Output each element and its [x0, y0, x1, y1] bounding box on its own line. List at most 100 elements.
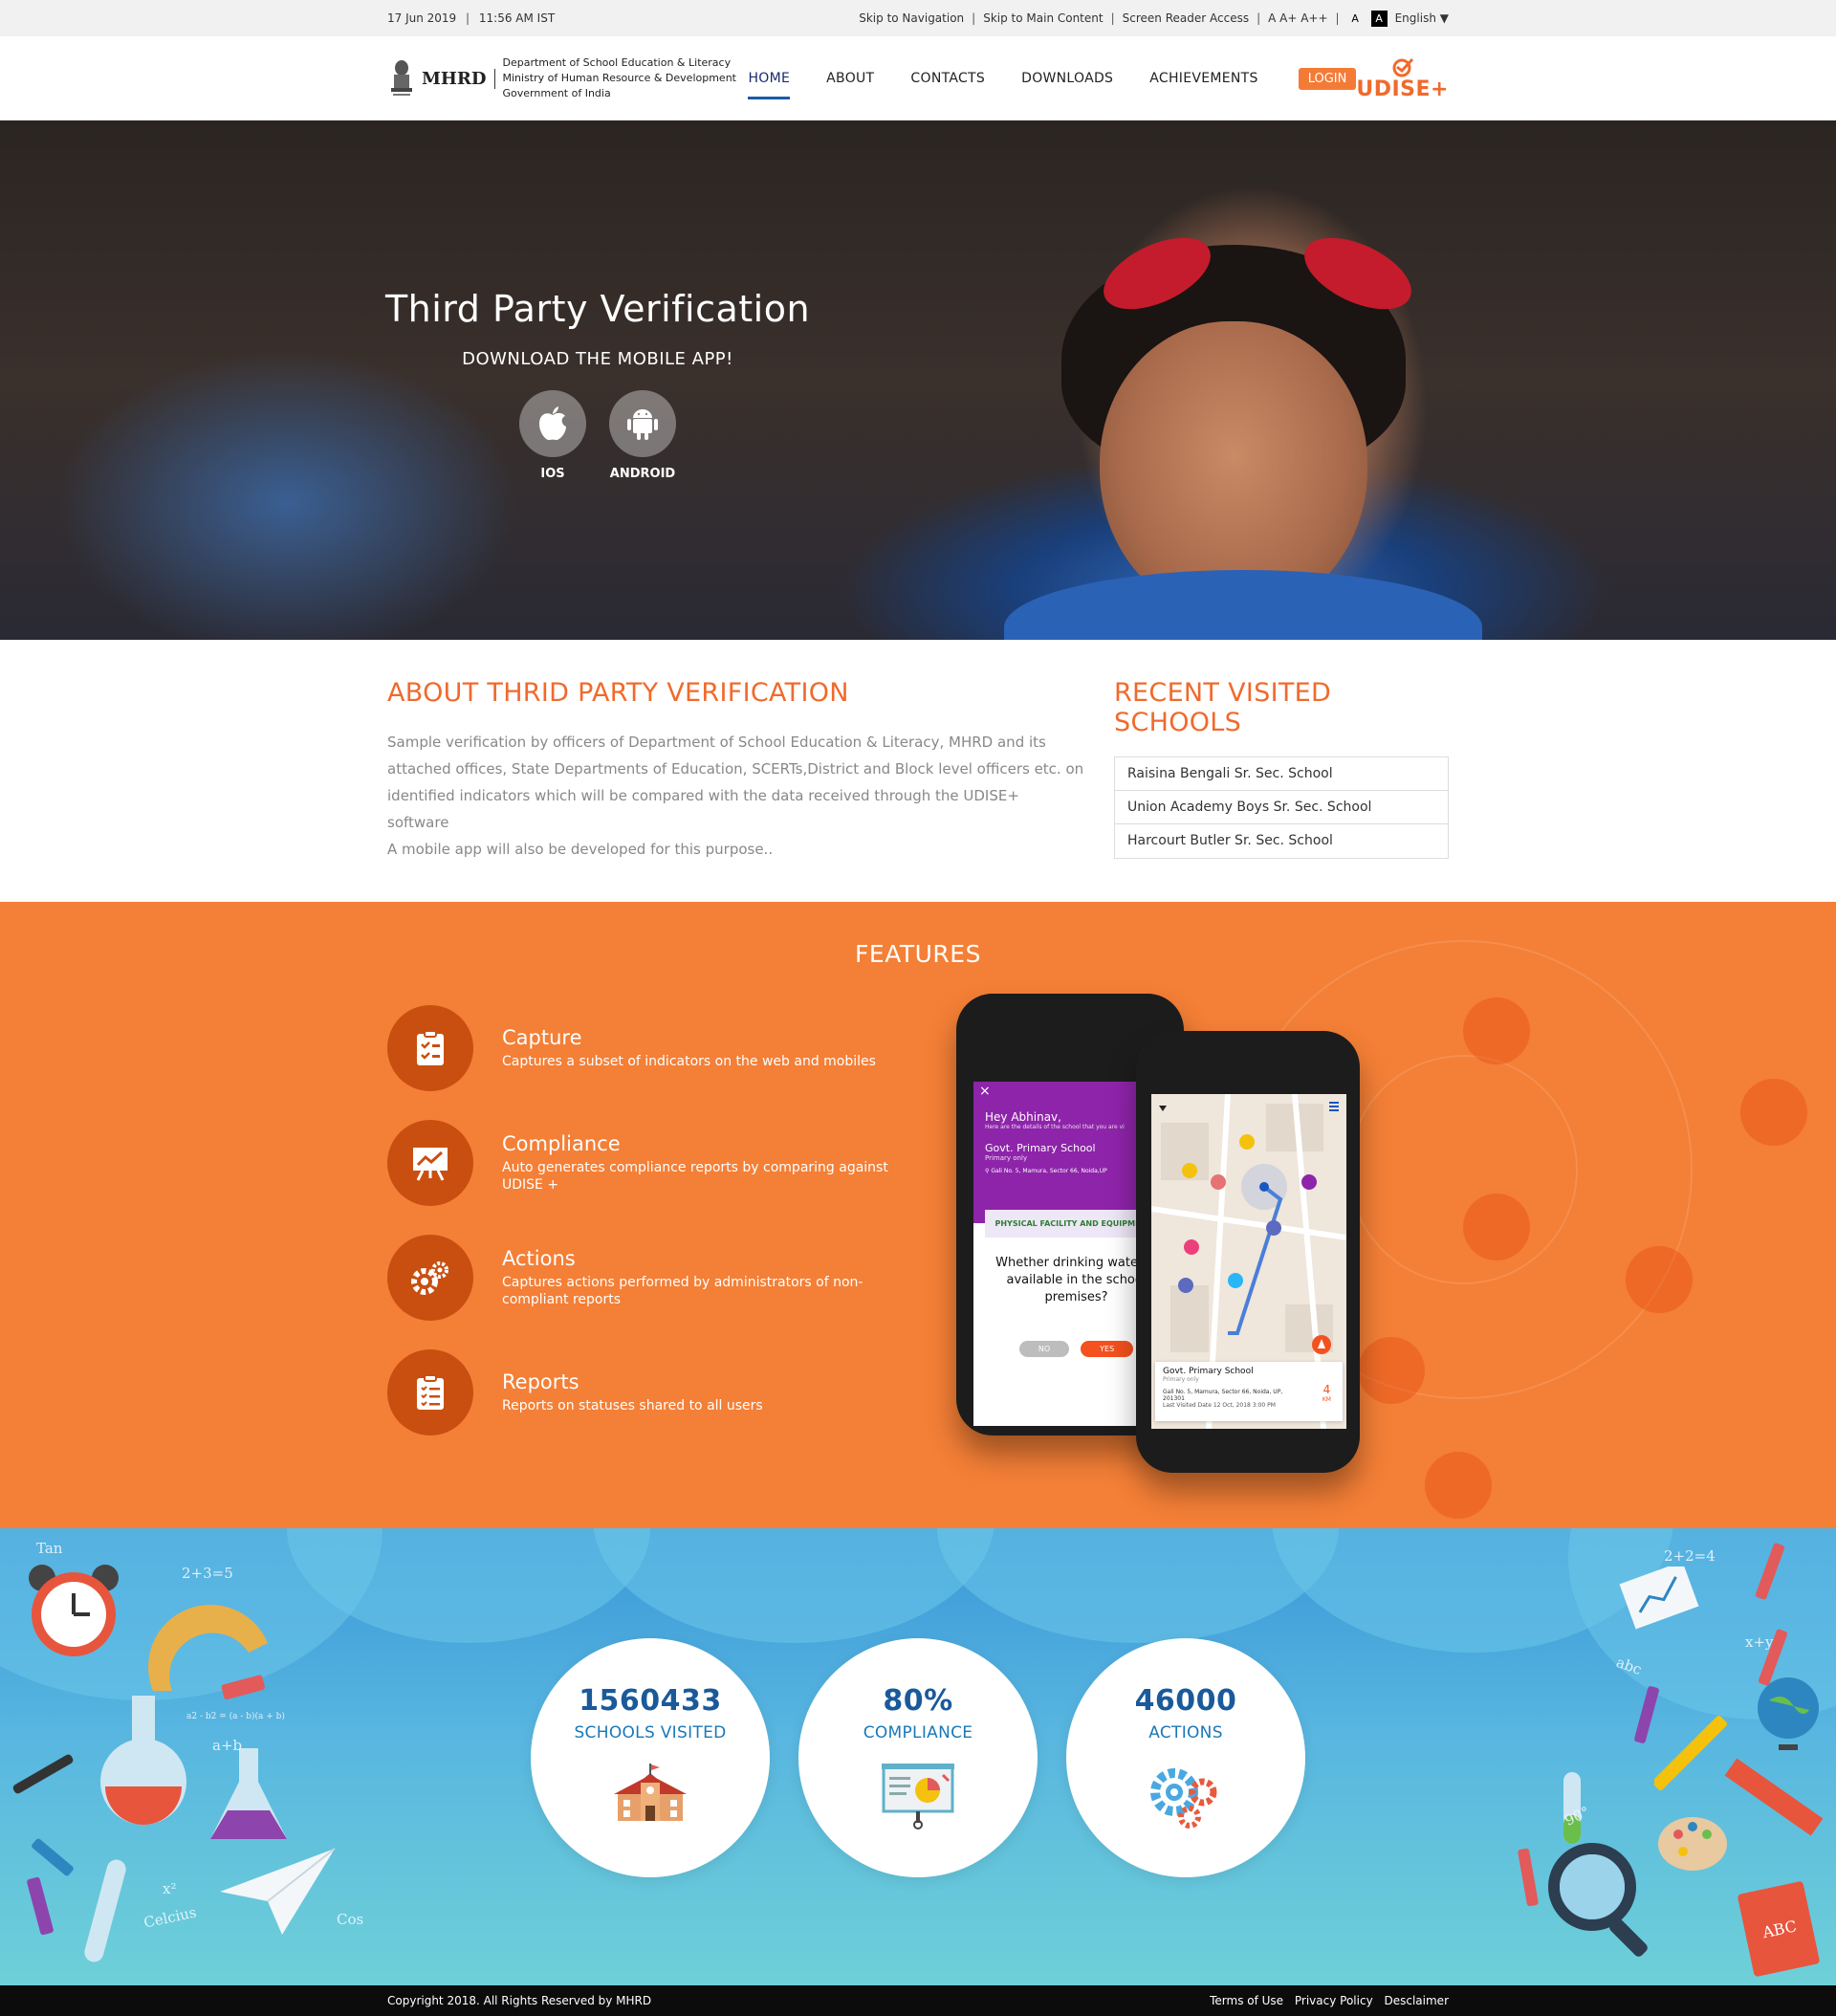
nav-about[interactable]: ABOUT — [826, 63, 874, 94]
android-icon — [627, 409, 658, 440]
nav-achievements[interactable]: ACHIEVEMENTS — [1149, 63, 1257, 94]
separator: | — [1257, 11, 1261, 25]
about-text: Sample verification by officers of Depar… — [387, 729, 1085, 863]
school-marker-icon — [1463, 997, 1530, 1064]
feature-title: Compliance — [502, 1132, 621, 1155]
flask-icon — [100, 1696, 186, 1825]
feature-title: Actions — [502, 1247, 576, 1270]
chart-board-icon — [387, 1120, 473, 1206]
main-nav: HOME ABOUT CONTACTS DOWNLOADS ACHIEVEMEN… — [748, 63, 1357, 99]
gears-icon — [387, 1235, 473, 1321]
top-utility-bar: 17 Jun 2019 | 11:56 AM IST Skip to Navig… — [0, 0, 1836, 36]
book-icon: ABC — [1738, 1881, 1820, 1977]
language-label: English — [1394, 11, 1436, 25]
copyright-text: Copyright 2018. All Rights Reserved by M… — [387, 1994, 652, 2007]
ios-label: IOS — [540, 467, 565, 481]
feature-body: Actions Captures actions performed by ad… — [502, 1247, 904, 1308]
stat-actions: 46000 ACTIONS — [1066, 1638, 1305, 1877]
hero-content: Third Party Verification DOWNLOAD THE MO… — [382, 288, 813, 481]
brand-line-1: Department of School Education & Literac… — [502, 56, 732, 69]
terms-of-use-link[interactable]: Terms of Use — [1210, 1994, 1283, 2007]
contrast-light-button[interactable]: A — [1347, 11, 1364, 27]
apple-icon — [539, 406, 566, 441]
brand-lines: Department of School Education & Literac… — [503, 55, 736, 101]
accessibility-links: Skip to Navigation | Skip to Main Conten… — [859, 10, 1449, 27]
about-paragraph: Sample verification by officers of Depar… — [387, 734, 1084, 831]
font-size-controls[interactable]: A A+ A++ — [1268, 11, 1327, 25]
list-item[interactable]: Union Academy Boys Sr. Sec. School — [1115, 791, 1448, 824]
screen-reader-access-link[interactable]: Screen Reader Access — [1123, 11, 1249, 25]
school-info-card[interactable]: Govt. Primary School Primary only Gali N… — [1155, 1362, 1343, 1421]
hero-title: Third Party Verification — [384, 288, 811, 330]
decorative-ring — [1348, 1055, 1578, 1284]
decorative-cloud — [287, 1528, 650, 1643]
android-download-button[interactable]: ANDROID — [609, 390, 676, 481]
stat-value: 46000 — [1134, 1684, 1237, 1718]
stat-value: 1560433 — [579, 1684, 722, 1718]
features-title: FEATURES — [855, 940, 981, 968]
skip-to-main-content-link[interactable]: Skip to Main Content — [983, 11, 1103, 25]
school-marker-icon — [1358, 1337, 1425, 1404]
stat-label: SCHOOLS VISITED — [574, 1723, 727, 1742]
feature-body: Capture Captures a subset of indicators … — [502, 1026, 876, 1070]
ios-download-button[interactable]: IOS — [519, 390, 586, 481]
feature-desc: Reports on statuses shared to all users — [502, 1398, 763, 1413]
hero-banner: Third Party Verification DOWNLOAD THE MO… — [0, 121, 1836, 640]
nav-contacts[interactable]: CONTACTS — [910, 63, 985, 94]
feature-actions: Actions Captures actions performed by ad… — [387, 1220, 904, 1335]
stat-compliance: 80% COMPLIANCE — [798, 1638, 1038, 1877]
school-building-icon — [614, 1764, 687, 1821]
nav-downloads[interactable]: DOWNLOADS — [1021, 63, 1113, 94]
android-circle — [609, 390, 676, 457]
nav-home[interactable]: HOME — [748, 63, 790, 99]
pen-icon — [12, 1754, 74, 1794]
date-time: 17 Jun 2019 | 11:56 AM IST — [387, 11, 560, 25]
android-label: ANDROID — [609, 467, 676, 481]
crayon-icon — [27, 1876, 54, 1936]
stat-label: COMPLIANCE — [863, 1723, 973, 1742]
list-item[interactable]: Raisina Bengali Sr. Sec. School — [1115, 757, 1448, 791]
recent-schools-title: RECENT VISITED SCHOOLS — [1114, 678, 1332, 737]
distance-unit: KM — [1322, 1396, 1331, 1403]
clipboard-check-icon — [387, 1005, 473, 1091]
magnifier-icon — [1548, 1843, 1648, 1957]
card-address: Gali No. 5, Mamura, Sector 66, Noida, UP… — [1163, 1389, 1283, 1402]
doodle-text: 2+3=5 — [182, 1565, 233, 1582]
about-title: ABOUT THRID PARTY VERIFICATION — [387, 678, 849, 708]
login-button[interactable]: LOGIN — [1298, 67, 1357, 90]
site-header: MHRD Department of School Education & Li… — [0, 36, 1836, 121]
mhrd-brand[interactable]: MHRD Department of School Education & Li… — [387, 55, 740, 101]
school-marker-icon — [1626, 1246, 1693, 1313]
udise-logo[interactable]: UDISE+ — [1356, 56, 1449, 101]
feature-title: Reports — [502, 1370, 579, 1393]
stat-schools-visited: 1560433 SCHOOLS VISITED — [531, 1638, 770, 1877]
decorative-cloud — [593, 1528, 994, 1643]
check-circle-icon — [1392, 57, 1413, 77]
card-visited: Last Visited Date 12 Oct, 2018 3:00 PM — [1163, 1402, 1276, 1409]
feature-desc: Captures a subset of indicators on the w… — [502, 1054, 876, 1069]
ios-circle — [519, 390, 586, 457]
language-select[interactable]: English ▼ — [1395, 11, 1449, 25]
skip-to-navigation-link[interactable]: Skip to Navigation — [859, 11, 964, 25]
doodle-text: 2+2=4 — [1664, 1547, 1716, 1565]
feature-desc: Auto generates compliance reports by com… — [502, 1160, 888, 1193]
doodle-text: Celcius — [142, 1903, 198, 1932]
footer-links: Terms of Use Privacy Policy Desclaimer — [1202, 1994, 1449, 2007]
doodle-text: a+b — [212, 1737, 243, 1754]
disclaimer-link[interactable]: Desclaimer — [1385, 1994, 1450, 2007]
contrast-dark-button[interactable]: A — [1370, 10, 1388, 27]
stat-value: 80% — [883, 1684, 953, 1718]
list-item[interactable]: Harcourt Butler Sr. Sec. School — [1115, 824, 1448, 858]
palette-icon — [1658, 1817, 1727, 1871]
feature-title: Capture — [502, 1026, 582, 1049]
brand-line-2: Ministry of Human Resource & Development — [502, 72, 736, 84]
features-section: FEATURES Capture Captures a subset of in… — [0, 902, 1836, 1528]
close-icon: × — [979, 1084, 991, 1099]
card-sub: Primary only — [1163, 1376, 1199, 1383]
feature-reports: Reports Reports on statuses shared to al… — [387, 1335, 904, 1450]
yes-button[interactable]: YES — [1081, 1341, 1134, 1357]
privacy-policy-link[interactable]: Privacy Policy — [1295, 1994, 1373, 2007]
brand-short: MHRD — [422, 68, 495, 89]
no-button[interactable]: NO — [1018, 1341, 1070, 1357]
eraser-icon — [221, 1675, 265, 1699]
